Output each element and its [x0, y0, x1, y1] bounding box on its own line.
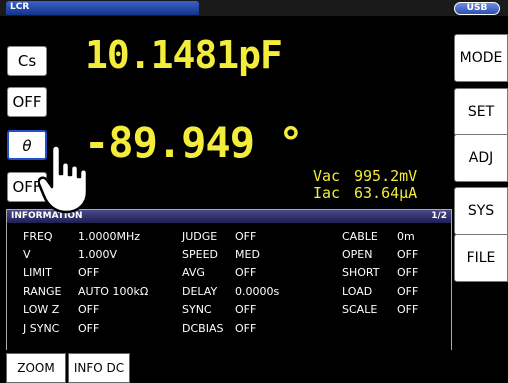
- info-label: RANGE: [23, 285, 62, 298]
- info-value: 0m: [397, 230, 415, 243]
- info-label: AVG: [182, 266, 205, 279]
- info-label: LIMIT: [23, 266, 52, 279]
- info-dc-button[interactable]: INFO DC: [68, 353, 130, 383]
- info-label: LOAD: [342, 285, 373, 298]
- mode-button[interactable]: MODE: [454, 34, 508, 82]
- info-value: OFF: [397, 303, 419, 316]
- primary-reading: 10.1481pF: [85, 33, 283, 77]
- info-label: JUDGE: [182, 230, 218, 243]
- info-value: OFF: [397, 285, 419, 298]
- info-label: J SYNC: [23, 322, 60, 335]
- zoom-button[interactable]: ZOOM ON: [6, 353, 66, 383]
- info-label: SCALE: [342, 303, 378, 316]
- mode-tab[interactable]: LCR: [6, 1, 199, 15]
- mode-tab-label: LCR: [10, 2, 30, 12]
- info-label: DELAY: [182, 285, 218, 298]
- parameter2-button[interactable]: OFF: [7, 87, 47, 117]
- vac-label: Vac: [313, 167, 341, 185]
- info-label: OPEN: [342, 248, 373, 261]
- info-label: SYNC: [182, 303, 212, 316]
- info-label: SHORT: [342, 266, 380, 279]
- info-value: OFF: [78, 266, 100, 279]
- iac-value: 63.64μA: [354, 184, 418, 202]
- info-label: V: [23, 248, 31, 261]
- info-label: FREQ: [23, 230, 53, 243]
- info-label: DCBIAS: [182, 322, 224, 335]
- info-value: AUTO 100kΩ: [78, 285, 149, 298]
- info-label: LOW Z: [23, 303, 60, 316]
- info-value: 1.0000MHz: [78, 230, 141, 243]
- info-value: OFF: [235, 322, 257, 335]
- usb-badge: USB: [454, 2, 500, 15]
- info-value: MED: [235, 248, 260, 261]
- hand-pointer-icon: [38, 140, 89, 214]
- info-value: OFF: [78, 303, 100, 316]
- info-value: OFF: [235, 230, 257, 243]
- info-value: OFF: [397, 266, 419, 279]
- info-label: CABLE: [342, 230, 378, 243]
- file-button[interactable]: FILE: [454, 234, 508, 282]
- secondary-reading: -89.949 °: [84, 118, 304, 167]
- adj-button[interactable]: ADJ: [454, 134, 508, 182]
- info-value: OFF: [235, 303, 257, 316]
- vac-value: 995.2mV: [354, 167, 418, 185]
- info-label: SPEED: [182, 248, 218, 261]
- info-value: OFF: [78, 322, 100, 335]
- info-value: 1.000V: [78, 248, 118, 261]
- top-bar: LCR USB: [0, 0, 508, 16]
- iac-label: Iac: [313, 184, 341, 202]
- info-value: 0.0000s: [235, 285, 280, 298]
- information-panel: INFORMATION 1/2 FREQ 1.0000MHz V 1.000V …: [6, 209, 452, 353]
- info-value: OFF: [397, 248, 419, 261]
- info-value: OFF: [235, 266, 257, 279]
- set-button[interactable]: SET: [454, 88, 508, 136]
- parameter1-button[interactable]: Cs: [7, 46, 47, 76]
- information-page[interactable]: 1/2: [431, 211, 447, 221]
- sys-button[interactable]: SYS: [454, 187, 508, 235]
